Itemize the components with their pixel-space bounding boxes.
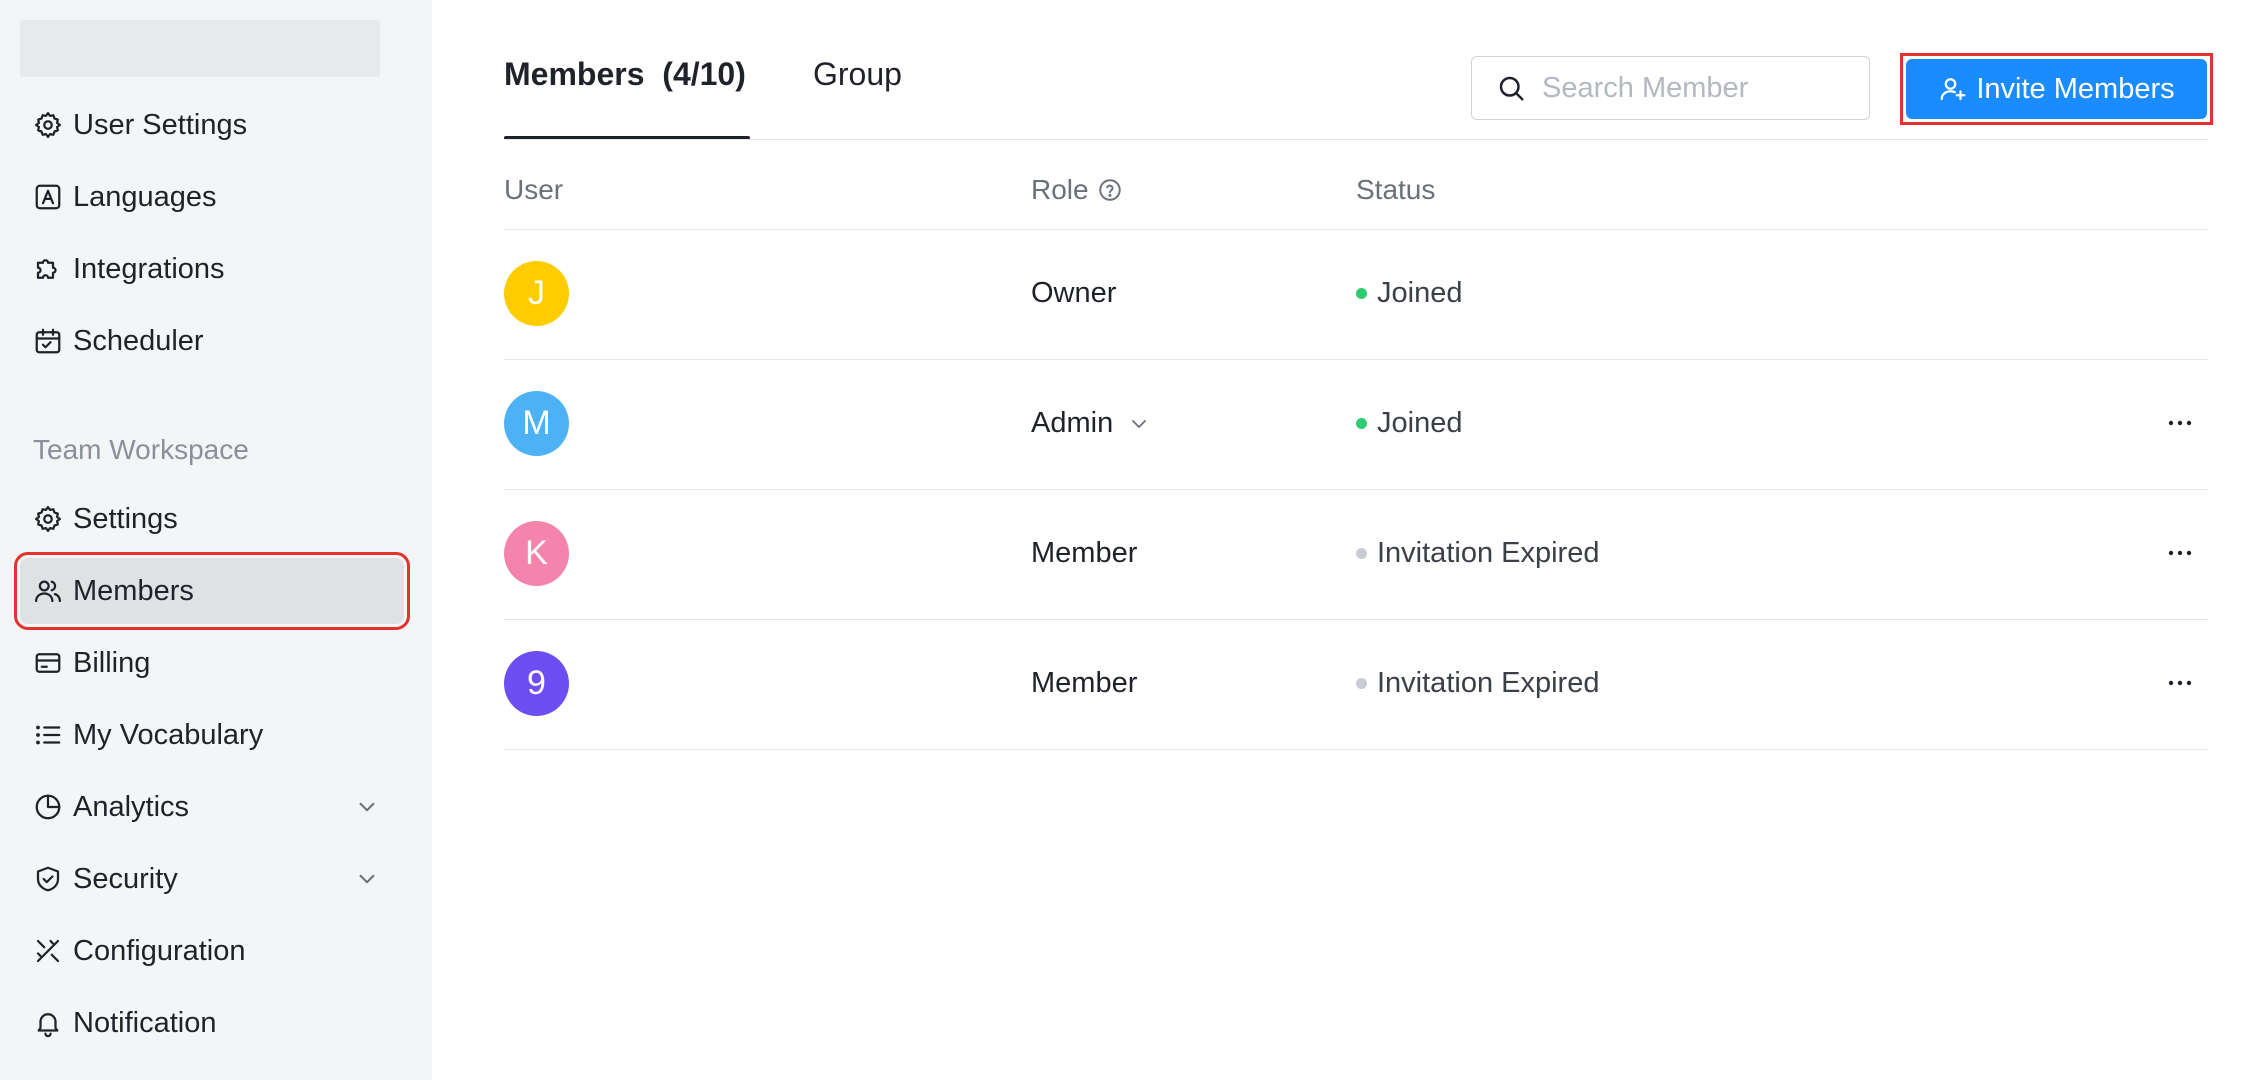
- sidebar-item-label: Notification: [73, 1006, 217, 1039]
- sidebar-item-my-vocabulary[interactable]: My Vocabulary: [20, 702, 404, 768]
- sidebar-item-security[interactable]: Security: [20, 846, 404, 912]
- invite-members-button[interactable]: Invite Members: [1906, 59, 2207, 119]
- shield-icon: [33, 864, 63, 894]
- puzzle-icon: [33, 254, 63, 284]
- search-icon: [1499, 76, 1524, 101]
- column-header-user: User: [504, 174, 564, 205]
- workspace-name-placeholder: [20, 20, 380, 77]
- table-row: 9 Member Invitation Expired: [504, 619, 2208, 749]
- role-text: Member: [1031, 537, 1138, 569]
- status-text: Invitation Expired: [1377, 667, 1600, 699]
- tools-icon: [33, 936, 63, 966]
- avatar: J: [504, 261, 569, 326]
- sidebar-item-scheduler[interactable]: Scheduler: [20, 308, 404, 374]
- role-dropdown[interactable]: Admin: [1031, 407, 1151, 440]
- sidebar-item-user-settings[interactable]: User Settings: [20, 92, 404, 158]
- search-input[interactable]: [1542, 71, 1842, 105]
- more-horizontal-icon: [2168, 420, 2192, 426]
- sidebar-item-integrations[interactable]: Integrations: [20, 236, 404, 302]
- column-header-status: Status: [1356, 174, 1436, 205]
- sidebar-item-label: User Settings: [73, 108, 248, 141]
- role-text: Member: [1031, 667, 1138, 699]
- tabs-divider: [504, 139, 2208, 140]
- tab-group[interactable]: Group: [813, 56, 902, 93]
- list-icon: [33, 720, 63, 750]
- role-label: Member: [1031, 667, 1137, 700]
- status-badge: Joined: [1356, 407, 1462, 440]
- sidebar-item-notification[interactable]: Notification: [20, 990, 404, 1056]
- help-icon[interactable]: [1097, 177, 1123, 203]
- more-horizontal-icon: [2168, 550, 2192, 556]
- sidebar-item-label: Members: [73, 574, 194, 607]
- role-label: Member: [1031, 537, 1137, 570]
- sidebar-item-configuration[interactable]: Configuration: [20, 918, 404, 984]
- sidebar-item-label: Billing: [73, 646, 151, 679]
- tab-members[interactable]: Members (4/10): [504, 56, 746, 93]
- more-options-button[interactable]: [2160, 665, 2200, 701]
- column-header-role-label: Role: [1031, 174, 1089, 205]
- sidebar-item-label: Languages: [73, 180, 217, 213]
- status-badge: Invitation Expired: [1356, 667, 1599, 700]
- search-box[interactable]: [1471, 56, 1870, 120]
- invite-highlight: Invite Members: [1900, 53, 2213, 125]
- gear-icon: [33, 504, 63, 534]
- chevron-down-icon[interactable]: [354, 794, 380, 820]
- sidebar-item-label: Settings: [73, 502, 178, 535]
- pie-chart-icon: [33, 792, 63, 822]
- status-badge: Joined: [1356, 277, 1462, 310]
- column-header-role: Role: [1031, 174, 1123, 206]
- status-badge: Invitation Expired: [1356, 537, 1599, 570]
- sidebar-item-label: Scheduler: [73, 324, 204, 357]
- table-row: J Owner Joined: [504, 229, 2208, 359]
- role-text: Admin: [1031, 407, 1114, 439]
- credit-card-icon: [33, 648, 63, 678]
- add-user-icon: [1941, 78, 1966, 101]
- sidebar-item-label: My Vocabulary: [73, 718, 264, 751]
- language-icon: [33, 182, 63, 212]
- main-content: Members (4/10) Group Invite Members User…: [432, 0, 2268, 1080]
- sidebar: User Settings Languages Integrations Sch…: [0, 0, 432, 1080]
- gear-icon: [33, 110, 63, 140]
- section-label-team-workspace: Team Workspace: [33, 434, 249, 465]
- status-text: Joined: [1377, 407, 1463, 439]
- sidebar-item-settings[interactable]: Settings: [20, 486, 404, 552]
- avatar: M: [504, 391, 569, 456]
- more-options-button[interactable]: [2160, 535, 2200, 571]
- sidebar-item-label: Analytics: [73, 790, 190, 823]
- calendar-icon: [33, 326, 63, 356]
- sidebar-item-languages[interactable]: Languages: [20, 164, 404, 230]
- status-text: Invitation Expired: [1377, 537, 1600, 569]
- role-label: Owner: [1031, 277, 1116, 310]
- sidebar-item-analytics[interactable]: Analytics: [20, 774, 404, 840]
- sidebar-item-billing[interactable]: Billing: [20, 630, 404, 696]
- role-text: Owner: [1031, 277, 1117, 309]
- status-dot: [1356, 418, 1367, 429]
- bell-icon: [33, 1008, 63, 1038]
- sidebar-item-label: Security: [73, 862, 178, 895]
- avatar: 9: [504, 651, 569, 716]
- sidebar-item-label: Configuration: [73, 934, 246, 967]
- sidebar-item-members[interactable]: Members: [14, 552, 410, 630]
- chevron-down-icon: [1132, 419, 1147, 428]
- app-window: User Settings Languages Integrations Sch…: [0, 0, 2268, 1080]
- table-row: K Member Invitation Expired: [504, 489, 2208, 619]
- row-divider: [504, 749, 2208, 750]
- more-options-button[interactable]: [2160, 405, 2200, 441]
- status-dot: [1356, 548, 1367, 559]
- chevron-down-icon[interactable]: [354, 866, 380, 892]
- avatar: K: [504, 521, 569, 586]
- users-icon: [33, 576, 63, 606]
- status-text: Joined: [1377, 277, 1463, 309]
- status-dot: [1356, 678, 1367, 689]
- sidebar-item-label: Integrations: [73, 252, 225, 285]
- table-row: M Admin Joined: [504, 359, 2208, 489]
- invite-members-label: Invite Members: [1976, 72, 2175, 105]
- status-dot: [1356, 288, 1367, 299]
- more-horizontal-icon: [2168, 680, 2192, 686]
